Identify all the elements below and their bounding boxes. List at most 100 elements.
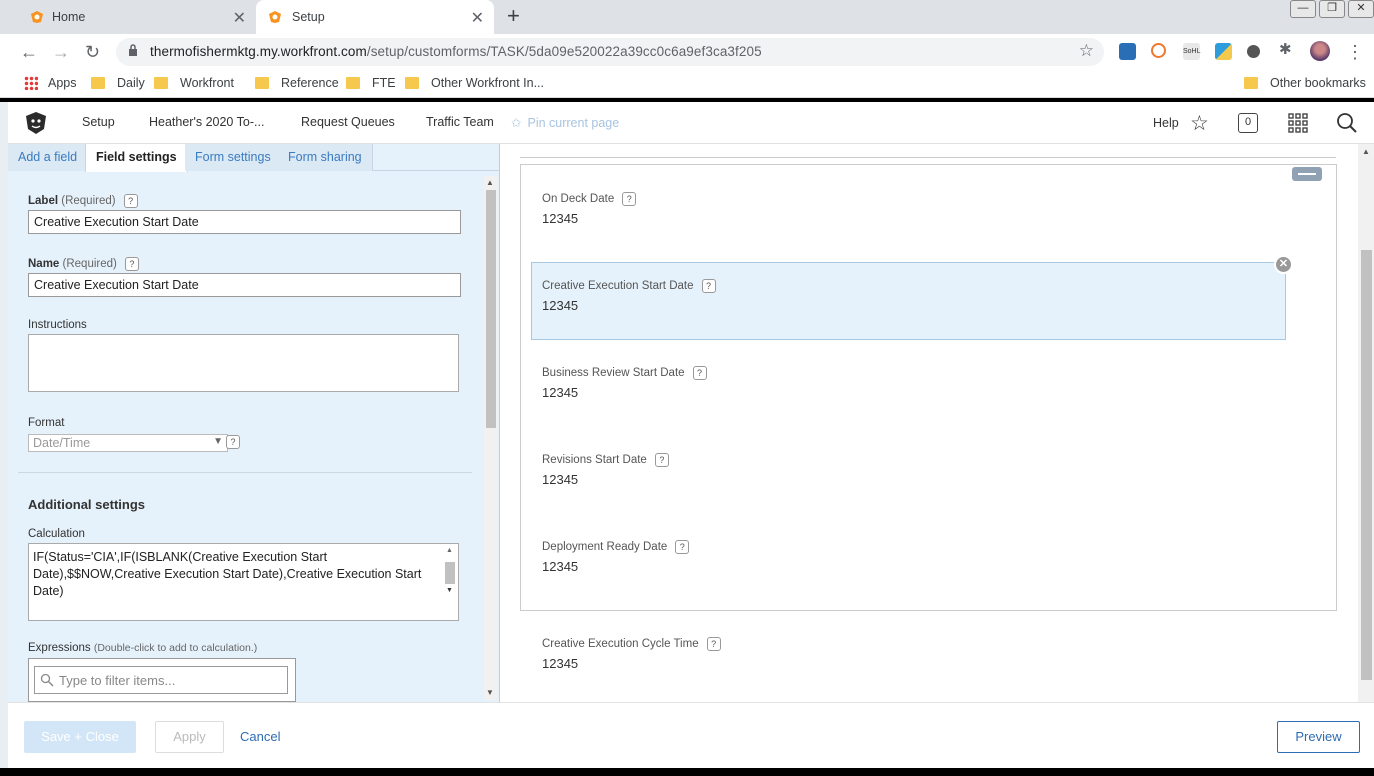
restore-icon[interactable]: ❐ [1319, 0, 1345, 18]
form-field-business-review-start-date[interactable]: Business Review Start Date? 12345 [542, 366, 802, 400]
preview-button[interactable]: Preview [1277, 721, 1360, 753]
forward-icon[interactable]: → [52, 42, 70, 63]
browser-tabstrip: Home ✕ Setup ✕ + — ❐ ✕ [0, 0, 1374, 34]
address-bar[interactable]: thermofishermktg.my.workfront.com/setup/… [116, 38, 1104, 66]
format-title: Format [28, 417, 65, 429]
filter-placeholder: Type to filter items... [59, 673, 176, 688]
required-note: (Required) [61, 195, 116, 208]
help-question-icon[interactable]: ? [654, 453, 669, 467]
nav-setup[interactable]: Setup [82, 115, 115, 129]
field-label: Creative Execution Start Date? [542, 279, 742, 293]
save-close-button[interactable]: Save + Close [24, 721, 136, 753]
reload-icon[interactable]: ↻ [85, 42, 100, 63]
url-text: thermofishermktg.my.workfront.com/setup/… [150, 44, 762, 59]
nav-traffic-team[interactable]: Traffic Team [426, 115, 494, 129]
back-icon[interactable]: ← [20, 42, 38, 63]
help-question-icon[interactable]: ? [123, 194, 138, 208]
scrollbar-thumb[interactable] [486, 190, 496, 428]
help-link[interactable]: Help [1153, 116, 1179, 130]
close-tab-icon[interactable]: ✕ [233, 8, 246, 28]
close-window-icon[interactable]: ✕ [1348, 0, 1374, 18]
notifications-badge[interactable]: 0 [1238, 113, 1258, 133]
pin-current-page[interactable]: ✩ Pin current page [511, 115, 619, 131]
folder-icon [1244, 77, 1258, 89]
minimize-icon[interactable]: — [1290, 0, 1316, 18]
apply-button[interactable]: Apply [155, 721, 224, 753]
bookmark-label: Other bookmarks [1270, 76, 1366, 90]
bookmark-other-bookmarks[interactable]: Other bookmarks [1244, 76, 1366, 90]
search-icon[interactable] [1336, 112, 1358, 134]
browser-menu-icon[interactable]: ⋮ [1346, 42, 1364, 63]
label-input[interactable] [28, 210, 461, 234]
apps-grid-icon [24, 76, 38, 90]
field-label: Creative Execution Cycle Time? [542, 637, 802, 651]
remove-field-icon[interactable]: ✕ [1274, 255, 1293, 274]
bookmark-star-icon[interactable]: ☆ [1079, 41, 1094, 61]
left-panel-scrollbar[interactable]: ▲ ▼ [484, 176, 498, 700]
instructions-textarea[interactable] [28, 334, 459, 392]
extension-sohl-icon[interactable]: SoHL [1183, 43, 1201, 60]
form-field-creative-execution-cycle-time[interactable]: Creative Execution Cycle Time? 12345 [542, 637, 802, 671]
extension-color-icon[interactable] [1215, 43, 1232, 60]
help-question-icon[interactable]: ? [701, 279, 716, 293]
calculation-scrollbar[interactable]: ▲ ▼ [443, 545, 457, 599]
field-label-text: Revisions Start Date [542, 454, 647, 467]
bookmark-workfront[interactable]: Workfront [154, 76, 234, 90]
nav-heathers-todo[interactable]: Heather's 2020 To-... [149, 115, 264, 129]
browser-tab-setup[interactable]: Setup ✕ [256, 0, 494, 34]
scrollbar-thumb[interactable] [1361, 250, 1372, 680]
form-field-deployment-ready-date[interactable]: Deployment Ready Date? 12345 [542, 540, 742, 574]
collapse-section-icon[interactable] [1292, 167, 1322, 181]
cancel-button[interactable]: Cancel [240, 729, 280, 744]
tab-field-settings[interactable]: Field settings [85, 144, 188, 172]
workfront-logo-icon[interactable] [24, 111, 48, 135]
bookmark-fte[interactable]: FTE [346, 76, 396, 90]
bookmarks-bar: Apps Daily Workfront Reference FTE Other… [0, 70, 1374, 98]
main-menu-grid-icon[interactable] [1288, 113, 1308, 133]
label-field-title: Label (Required)? [28, 194, 138, 208]
tab-form-settings[interactable]: Form settings [185, 144, 282, 171]
bookmark-reference[interactable]: Reference [255, 76, 339, 90]
field-value: 12345 [542, 298, 579, 313]
calculation-textarea[interactable]: IF(Status='CIA',IF(ISBLANK(Creative Exec… [28, 543, 459, 621]
selected-field-creative-execution-start-date[interactable]: ✕ Creative Execution Start Date? 12345 [531, 255, 1293, 340]
bookmark-label: Apps [48, 76, 77, 90]
expressions-filter-input[interactable]: Type to filter items... [34, 666, 288, 694]
new-tab-icon[interactable]: + [507, 3, 520, 29]
bookmark-daily[interactable]: Daily [91, 76, 145, 90]
field-value: 12345 [542, 472, 579, 487]
help-question-icon[interactable]: ? [706, 637, 721, 651]
browser-tab-home[interactable]: Home ✕ [0, 0, 256, 34]
extensions-puzzle-icon[interactable]: ✱ [1279, 40, 1296, 58]
form-field-on-deck-date[interactable]: On Deck Date? 12345 [542, 192, 742, 226]
help-question-icon[interactable]: ? [675, 540, 690, 554]
tab-form-sharing[interactable]: Form sharing [278, 144, 373, 171]
section-divider [18, 472, 472, 473]
required-note: (Required) [62, 258, 117, 271]
name-input[interactable] [28, 273, 461, 297]
form-field-revisions-start-date[interactable]: Revisions Start Date? 12345 [542, 453, 742, 487]
help-question-icon[interactable]: ? [124, 257, 139, 271]
help-question-icon[interactable]: ? [622, 192, 637, 206]
bookmark-other-workfront[interactable]: Other Workfront In... [405, 76, 544, 90]
extension-s-icon[interactable] [1119, 43, 1136, 60]
scroll-up-icon[interactable]: ▲ [486, 178, 494, 187]
help-question-icon[interactable]: ? [226, 435, 240, 449]
nav-request-queues[interactable]: Request Queues [301, 115, 395, 129]
extension-orange-icon[interactable] [1151, 43, 1166, 58]
close-tab-icon[interactable]: ✕ [471, 8, 484, 28]
extension-circle-icon[interactable] [1247, 45, 1260, 58]
scroll-up-icon[interactable]: ▲ [1362, 147, 1370, 156]
bookmark-apps[interactable]: Apps [24, 76, 77, 90]
form-section[interactable]: On Deck Date? 12345 ✕ Creative Execution… [520, 164, 1337, 611]
scroll-down-icon[interactable]: ▼ [486, 688, 494, 697]
profile-avatar[interactable] [1310, 41, 1330, 61]
url-path: /setup/customforms/TASK/5da09e520022a39c… [366, 44, 762, 59]
help-question-icon[interactable]: ? [692, 366, 707, 380]
browser-toolbar: ← → ↻ thermofishermktg.my.workfront.com/… [0, 34, 1374, 70]
favorites-star-icon[interactable]: ☆ [1190, 111, 1209, 136]
right-panel-scrollbar[interactable]: ▲ [1358, 144, 1374, 702]
format-select[interactable]: Date/Time ▼ [28, 434, 228, 452]
tab-add-a-field[interactable]: Add a field [8, 144, 88, 171]
lock-icon [129, 44, 137, 56]
